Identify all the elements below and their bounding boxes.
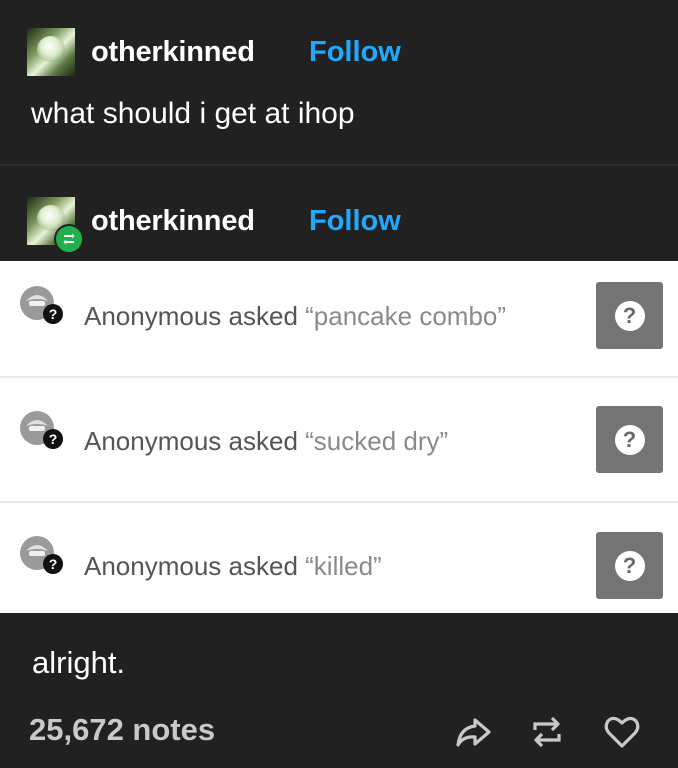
ask-text: Anonymous asked “pancake combo” [84, 301, 506, 332]
anonymous-icon: ? [20, 286, 63, 324]
reblog-badge-icon [54, 224, 84, 254]
svg-text:?: ? [49, 306, 58, 322]
share-icon[interactable] [453, 712, 493, 752]
ask-button[interactable]: ? [596, 532, 663, 599]
follow-button[interactable]: Follow [309, 36, 401, 69]
ask-text: Anonymous asked “killed” [84, 551, 382, 582]
reblog-icon[interactable] [527, 712, 567, 752]
reblog-header: otherkinned Follow [0, 189, 678, 254]
username[interactable]: otherkinned [91, 36, 255, 69]
svg-text:?: ? [49, 431, 58, 447]
ask-question: “pancake combo” [305, 301, 507, 331]
question-icon: ? [614, 424, 645, 455]
ask-row: ? Anonymous asked “sucked dry” ? [0, 378, 678, 503]
username[interactable]: otherkinned [91, 205, 255, 238]
follow-button[interactable]: Follow [309, 205, 401, 238]
ask-button[interactable]: ? [596, 282, 663, 349]
divider [0, 164, 678, 166]
ask-row: ? Anonymous asked “pancake combo” ? [0, 261, 678, 378]
ask-row: ? Anonymous asked “killed” ? [0, 503, 678, 613]
like-icon[interactable] [602, 712, 642, 752]
notes-count[interactable]: 25,672 notes [29, 712, 215, 748]
question-icon: ? [614, 300, 645, 331]
svg-text:?: ? [49, 556, 58, 572]
ask-button[interactable]: ? [596, 406, 663, 473]
ask-prefix: Anonymous asked [84, 426, 306, 456]
reply-text: alright. [32, 645, 126, 680]
avatar[interactable] [27, 28, 75, 76]
asks-panel: ? Anonymous asked “pancake combo” ? ? An… [0, 261, 678, 613]
original-post-header: otherkinned Follow [0, 20, 678, 84]
post-text: what should i get at ihop [31, 97, 355, 130]
ask-text: Anonymous asked “sucked dry” [84, 426, 448, 457]
ask-prefix: Anonymous asked [84, 301, 306, 331]
anonymous-icon: ? [20, 411, 63, 449]
anonymous-icon: ? [20, 536, 63, 574]
ask-prefix: Anonymous asked [84, 551, 306, 581]
question-icon: ? [614, 550, 645, 581]
ask-question: “sucked dry” [305, 426, 449, 456]
ask-question: “killed” [305, 551, 382, 581]
